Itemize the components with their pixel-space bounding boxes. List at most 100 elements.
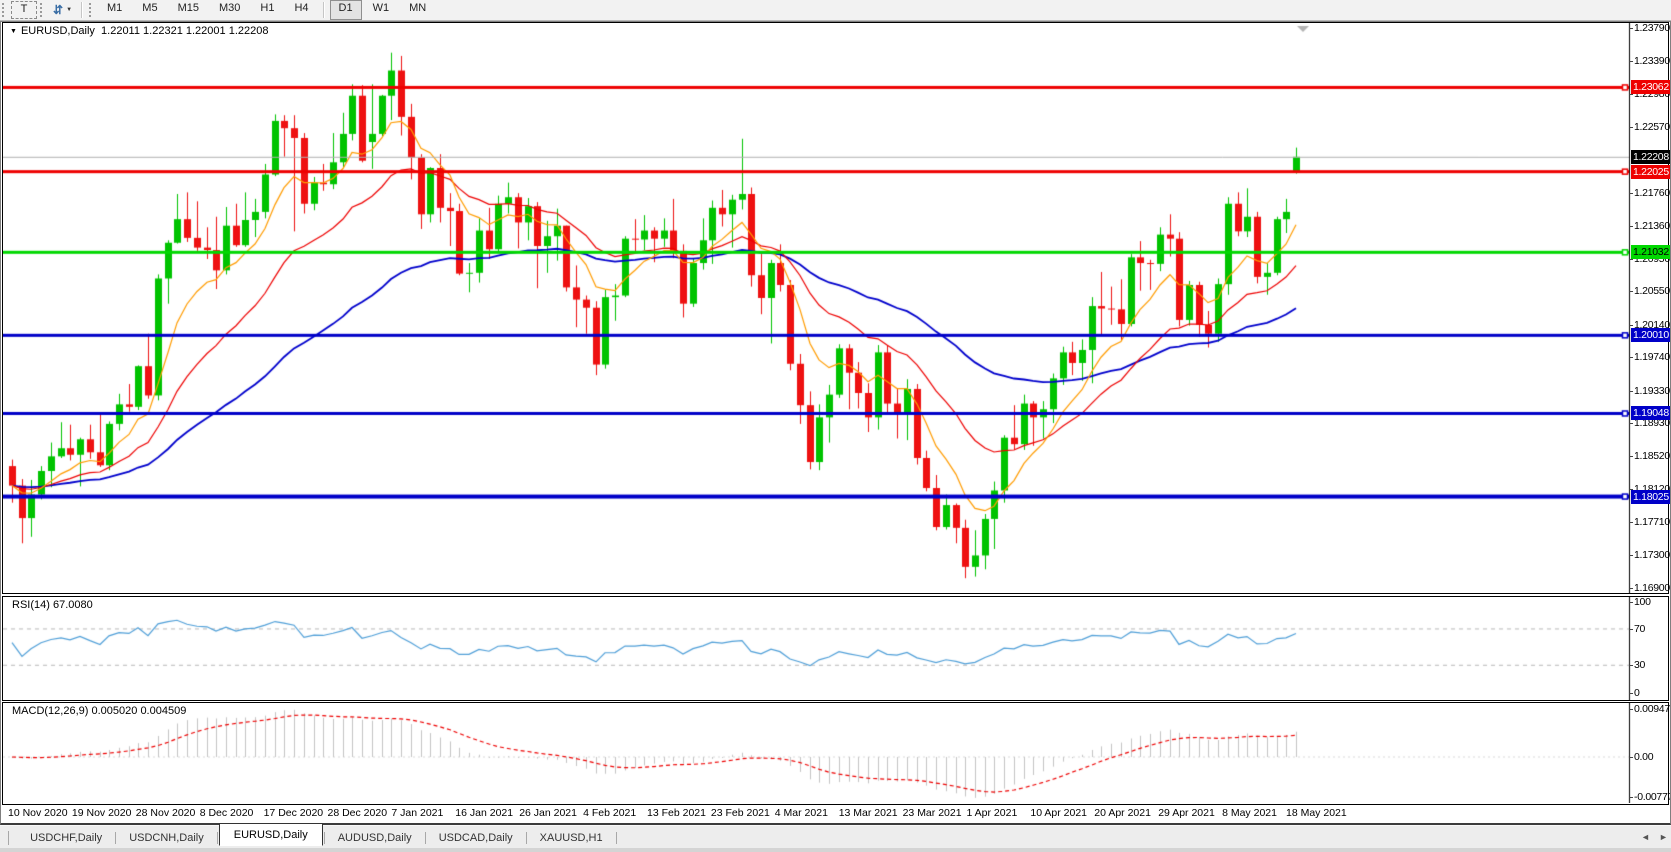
toolbar-drag-handle[interactable]: [40, 3, 45, 17]
hline-price-tag[interactable]: 1.18025: [1631, 490, 1671, 504]
rsi-axis-label: 30: [1634, 659, 1645, 671]
tab-eurusd[interactable]: EURUSD,Daily: [219, 823, 323, 846]
rsi-axis-label: 70: [1634, 623, 1645, 635]
tab-usdchf[interactable]: USDCHF,Daily: [18, 828, 114, 847]
price-axis-label: 1.21760: [1634, 187, 1670, 199]
sort-arrows-icon: ⇵: [53, 4, 63, 16]
price-axis-label: 1.16900: [1634, 582, 1670, 594]
date-axis-label: 4 Feb 2021: [583, 807, 636, 819]
caret-down-icon: ▼: [66, 7, 72, 13]
tab-separator: [115, 832, 116, 844]
tab-usdcnh[interactable]: USDCNH,Daily: [117, 828, 216, 847]
rsi-value: 67.0080: [53, 599, 93, 611]
tab-separator: [616, 832, 617, 844]
timeframe-button-w1[interactable]: W1: [364, 0, 399, 20]
date-axis-label: 20 Apr 2021: [1094, 807, 1151, 819]
tab-separator: [217, 832, 218, 844]
window-bottom-edge: [0, 848, 1671, 852]
ohlc-low: 1.22001: [186, 25, 226, 37]
price-axis-label: 1.18520: [1634, 450, 1670, 462]
timeframe-button-h1[interactable]: H1: [251, 0, 283, 20]
timeframe-button-m15[interactable]: M15: [169, 0, 208, 20]
macd-axis-label: 0.009478: [1634, 703, 1671, 715]
date-axis-label: 13 Feb 2021: [647, 807, 706, 819]
timeframe-button-m30[interactable]: M30: [210, 0, 249, 20]
toolbar-separator: [81, 2, 83, 18]
hline-price-tag[interactable]: 1.20010: [1631, 328, 1671, 342]
timeframe-buttons: M1M5M15M30H1H4 D1W1MN: [97, 0, 436, 20]
ohlc-open: 1.22011: [101, 25, 140, 37]
date-axis-label: 19 Nov 2020: [72, 807, 132, 819]
hline-price-tag[interactable]: 1.22025: [1631, 165, 1671, 179]
toolbar: T ⇵ ▼ M1M5M15M30H1H4 D1W1MN: [0, 0, 1671, 21]
date-axis-label: 8 May 2021: [1222, 807, 1277, 819]
toolbar-drag-handle[interactable]: [89, 3, 94, 17]
candlestick-chart-canvas[interactable]: [3, 23, 1631, 593]
date-axis-label: 4 Mar 2021: [775, 807, 828, 819]
date-axis-label: 7 Jan 2021: [391, 807, 443, 819]
rsi-axis-label: 0: [1634, 687, 1640, 699]
toolbar-separator: [323, 2, 325, 18]
date-axis-label: 23 Feb 2021: [711, 807, 770, 819]
date-axis-label: 28 Nov 2020: [136, 807, 196, 819]
price-axis-label: 1.19330: [1634, 385, 1670, 397]
date-axis-label: 13 Mar 2021: [839, 807, 898, 819]
rsi-axis-label: 100: [1634, 596, 1651, 608]
price-axis-label: 1.17300: [1634, 549, 1670, 561]
price-axis-label: 1.23790: [1634, 22, 1670, 34]
collapse-arrow-icon[interactable]: ▼: [10, 28, 17, 35]
current-price-tag: 1.22208: [1631, 150, 1671, 164]
date-axis-label: 17 Dec 2020: [264, 807, 324, 819]
tab-audusd[interactable]: AUDUSD,Daily: [326, 828, 424, 847]
price-axis-label: 1.17710: [1634, 516, 1670, 528]
tab-separator: [324, 832, 325, 844]
price-axis-label: 1.19740: [1634, 351, 1670, 363]
date-axis-label: 29 Apr 2021: [1158, 807, 1215, 819]
tab-xauusd[interactable]: XAUUSD,H1: [528, 828, 615, 847]
macd-axis-label: -0.007778: [1634, 791, 1671, 803]
ohlc-high: 1.22321: [143, 25, 183, 37]
hline-price-tag[interactable]: 1.19048: [1631, 406, 1671, 420]
rsi-indicator-panel: [2, 596, 1669, 701]
macd-main-value: 0.005020: [91, 705, 137, 717]
macd-signal-value: 0.004509: [140, 705, 186, 717]
timeframe-button-h4[interactable]: H4: [285, 0, 317, 20]
chart-tabs: USDCHF,DailyUSDCNH,DailyEURUSD,DailyAUDU…: [0, 825, 1671, 849]
toolbar-drag-handle[interactable]: [2, 3, 7, 17]
date-axis-label: 28 Dec 2020: [328, 807, 388, 819]
date-axis-label: 8 Dec 2020: [200, 807, 254, 819]
hline-price-tag[interactable]: 1.23062: [1631, 80, 1671, 94]
ohlc-close: 1.22208: [229, 25, 269, 37]
tabbar-separator: [8, 831, 9, 845]
date-axis-label: 10 Apr 2021: [1030, 807, 1087, 819]
price-axis-label: 1.23390: [1634, 55, 1670, 67]
price-axis-label: 1.21360: [1634, 220, 1670, 232]
tab-separator: [526, 832, 527, 844]
rsi-chart-canvas[interactable]: [3, 597, 1631, 700]
arrange-button[interactable]: ⇵ ▼: [49, 1, 76, 19]
text-tool-button[interactable]: T: [11, 1, 37, 19]
macd-label: MACD(12,26,9) 0.005020 0.004509: [12, 705, 186, 717]
date-axis-label: 1 Apr 2021: [967, 807, 1018, 819]
chart-title: ▼ EURUSD,Daily 1.22011 1.22321 1.22001 1.…: [10, 25, 268, 37]
hline-price-tag[interactable]: 1.21032: [1631, 245, 1671, 259]
date-axis-label: 10 Nov 2020: [8, 807, 68, 819]
timeframe-button-m1[interactable]: M1: [98, 0, 131, 20]
timeframe-button-m5[interactable]: M5: [133, 0, 166, 20]
date-axis-label: 26 Jan 2021: [519, 807, 577, 819]
chart-symbol-period: EURUSD,Daily: [21, 25, 95, 37]
price-axis-label: 1.20550: [1634, 285, 1670, 297]
tab-scroll-left-icon[interactable]: ◄: [1641, 832, 1650, 842]
macd-axis-label: 0.00: [1634, 751, 1653, 763]
price-axis-label: 1.22570: [1634, 121, 1670, 133]
date-axis-label: 16 Jan 2021: [455, 807, 513, 819]
timeframe-button-mn[interactable]: MN: [400, 0, 435, 20]
tab-usdcad[interactable]: USDCAD,Daily: [427, 828, 525, 847]
tab-scroll-right-icon[interactable]: ►: [1659, 832, 1668, 842]
timeframe-button-d1[interactable]: D1: [330, 0, 362, 20]
macd-chart-canvas[interactable]: [3, 703, 1631, 803]
price-chart-panel: [2, 22, 1669, 594]
date-axis-label: 18 May 2021: [1286, 807, 1347, 819]
macd-indicator-panel: [2, 702, 1669, 805]
tab-separator: [425, 832, 426, 844]
